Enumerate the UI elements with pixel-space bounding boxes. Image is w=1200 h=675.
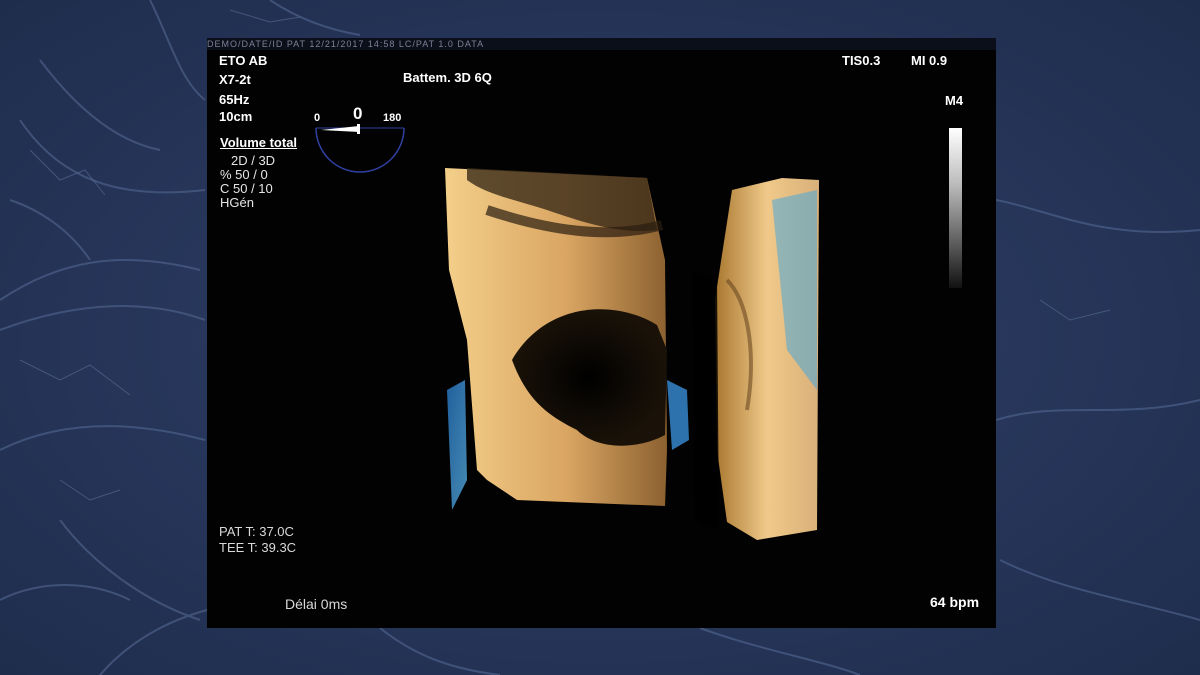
- heart-rate: 64 bpm: [930, 594, 980, 610]
- angle-current: 0: [353, 104, 363, 123]
- tis-label: TIS0.3: [842, 53, 881, 68]
- probe-label: X7-2t: [219, 72, 251, 87]
- volume-title: Volume total: [220, 135, 298, 150]
- exam-label: ETO AB: [219, 53, 268, 68]
- angle-arc-icon: [315, 124, 405, 173]
- patient-temperature: PAT T: 37.0C: [219, 524, 294, 539]
- mode-label: Battem. 3D 6Q: [403, 70, 492, 85]
- volume-percent: % 50 / 0: [220, 167, 268, 182]
- probe-temperature: TEE T: 39.3C: [219, 540, 297, 555]
- depth-label: 10cm: [219, 109, 253, 124]
- volume-gain: HGén: [220, 195, 254, 210]
- delay-label: Délai 0ms: [285, 596, 348, 612]
- angle-max: 180: [383, 112, 402, 124]
- grayscale-map-bar: [949, 128, 962, 288]
- map-label: M4: [945, 93, 964, 108]
- angle-min: 0: [314, 112, 321, 124]
- ultrasound-screen: ETO AB X7-2t 65Hz 10cm Battem. 3D 6Q TIS…: [207, 50, 996, 628]
- 3d-volume-render: [445, 168, 819, 540]
- header-strip: DEMO/DATE/ID PAT 12/21/2017 14:58 LC/PAT…: [207, 38, 996, 50]
- frequency-label: 65Hz: [219, 92, 250, 107]
- volume-compression: C 50 / 10: [220, 181, 273, 196]
- mi-label: MI 0.9: [911, 53, 948, 68]
- volume-mode: 2D / 3D: [231, 153, 276, 168]
